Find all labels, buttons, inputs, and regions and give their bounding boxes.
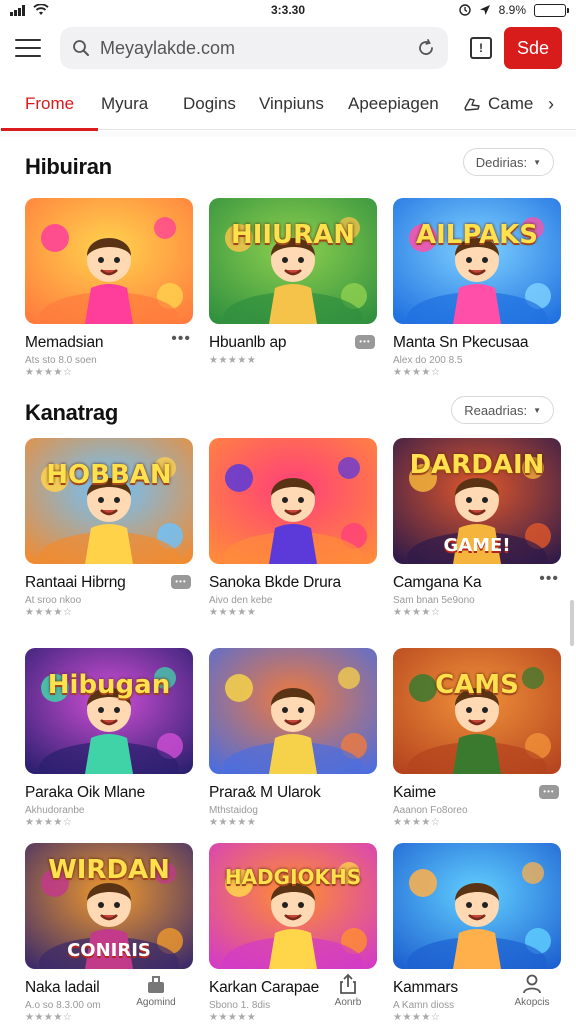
- chat-bubble-icon[interactable]: •••: [539, 785, 559, 799]
- rating-stars: ★★★★☆: [25, 817, 73, 828]
- tab-home[interactable]: Frome: [0, 78, 99, 131]
- nav-agomind[interactable]: Agomind: [121, 973, 191, 1008]
- app-name[interactable]: Paraka Oik Mlane: [25, 784, 193, 802]
- tray-icon: [148, 976, 164, 993]
- rating-stars: ★★★★☆: [25, 367, 73, 378]
- tab-came-label: Came: [488, 94, 534, 113]
- alarm-icon: [458, 4, 471, 16]
- rating-stars: ★★★★☆: [393, 817, 441, 828]
- app-card[interactable]: Hibugan Paraka Oik Mlane Akhudoranbe ★★★★☆: [25, 648, 193, 828]
- more-options-icon[interactable]: •••: [171, 330, 191, 348]
- app-card[interactable]: HIIURAN Hbuanlb ap ★★★★★ •••: [209, 198, 377, 366]
- search-icon: [73, 40, 89, 56]
- app-name[interactable]: Kaime: [393, 784, 561, 802]
- nav-akopcis[interactable]: Akopcis: [497, 973, 567, 1008]
- app-card[interactable]: AILPAKS Manta Sn Pkecusaa Alex do 200 8.5 ★…: [393, 198, 561, 378]
- menu-icon[interactable]: [14, 36, 42, 60]
- app-thumbnail[interactable]: [393, 843, 561, 969]
- app-subtitle: Mthstaidog: [209, 805, 258, 816]
- tab-came[interactable]: Came: [462, 78, 533, 130]
- app-thumbnail[interactable]: Hibugan: [25, 648, 193, 774]
- search-bar[interactable]: [60, 27, 448, 69]
- app-card[interactable]: Prara& M Ularok Mthstaidog ★★★★★: [209, 648, 377, 828]
- bottom-nav: Agomind Aonrb Akopcis: [0, 955, 576, 1024]
- action-button[interactable]: Sde: [504, 27, 562, 69]
- chevron-right-icon[interactable]: ›: [548, 94, 554, 115]
- section-filter-dropdown[interactable]: Dedirias: ▼: [462, 148, 554, 176]
- app-thumbnail[interactable]: AILPAKS: [393, 198, 561, 324]
- app-card[interactable]: CAMS Kaime Aaanon Fo8oreo ★★★★☆ •••: [393, 648, 561, 828]
- app-subtitle: Sam bnan 5e9ono: [393, 595, 475, 606]
- tab-apeepiagen[interactable]: Apeepiagen: [348, 78, 439, 130]
- app-thumbnail[interactable]: HOBBAN: [25, 438, 193, 564]
- rating-stars: ★★★★☆: [393, 607, 441, 618]
- app-thumbnail[interactable]: HADGIOKHS: [209, 843, 377, 969]
- app-subtitle: Aaanon Fo8oreo: [393, 805, 468, 816]
- section-title-hibuiran: Hibuiran: [25, 154, 112, 179]
- app-name[interactable]: Memadsian: [25, 334, 193, 352]
- nav-aonrb[interactable]: Aonrb: [313, 973, 383, 1008]
- app-subtitle: Aivo den kebe: [209, 595, 273, 606]
- app-subtitle: Alex do 200 8.5: [393, 355, 463, 366]
- filter-label: Dedirias:: [475, 154, 528, 170]
- app-name[interactable]: Hbuanlb ap: [209, 334, 377, 352]
- wifi-icon: [33, 4, 49, 15]
- battery-icon: [534, 3, 569, 17]
- app-thumbnail[interactable]: WIRDAN CONIRIS: [25, 843, 193, 969]
- app-name[interactable]: Manta Sn Pkecusaa: [393, 334, 561, 352]
- app-name[interactable]: Prara& M Ularok: [209, 784, 377, 802]
- app-card[interactable]: Sanoka Bkde Drura Aivo den kebe ★★★★★: [209, 438, 377, 618]
- filter-label: Reaadrias:: [464, 402, 528, 418]
- search-input[interactable]: [100, 37, 406, 59]
- rating-stars: ★★★★☆: [393, 367, 441, 378]
- rating-stars: ★★★★★: [209, 817, 257, 828]
- app-name[interactable]: Camgana Ka: [393, 574, 561, 592]
- caret-down-icon: ▼: [533, 405, 541, 415]
- app-thumbnail[interactable]: CAMS: [393, 648, 561, 774]
- app-subtitle: Ats sto 8.0 soen: [25, 355, 97, 366]
- chat-bubble-icon[interactable]: •••: [171, 575, 191, 589]
- caret-down-icon: ▼: [533, 157, 541, 167]
- rating-stars: ★★★★★: [209, 607, 257, 618]
- app-thumbnail[interactable]: [209, 438, 377, 564]
- app-subtitle: Akhudoranbe: [25, 805, 85, 816]
- rating-stars: ★★★★☆: [25, 607, 73, 618]
- app-card[interactable]: DARDAIN GAME! Camgana Ka Sam bnan 5e9ono ★★★…: [393, 438, 561, 618]
- signal-icon: [10, 4, 25, 16]
- app-thumbnail[interactable]: HIIURAN: [209, 198, 377, 324]
- person-icon: [523, 974, 541, 994]
- section-title-kanatrag: Kanatrag: [25, 400, 118, 425]
- battery-percent: 8.9%: [498, 3, 526, 17]
- app-name[interactable]: Sanoka Bkde Drura: [209, 574, 377, 592]
- tab-vinpiuns[interactable]: Vinpiuns: [259, 78, 324, 130]
- scrollbar[interactable]: [570, 600, 574, 646]
- info-icon[interactable]: !: [470, 37, 492, 59]
- tab-dogins[interactable]: Dogins: [183, 78, 236, 130]
- share-icon: [340, 973, 356, 994]
- top-toolbar: ! Sde: [0, 22, 576, 74]
- category-tabs: Frome Myura Dogins Vinpiuns Apeepiagen C…: [0, 78, 576, 131]
- app-thumbnail[interactable]: [209, 648, 377, 774]
- location-icon: [479, 5, 490, 15]
- nav-agomind-label: Agomind: [136, 997, 176, 1008]
- nav-aonrb-label: Aonrb: [334, 997, 362, 1008]
- tab-myura[interactable]: Myura: [101, 78, 148, 130]
- controller-icon: [464, 98, 480, 111]
- app-card[interactable]: HOBBAN Rantaai Hibrng At sroo nkoo ★★★★☆ •••: [25, 438, 193, 618]
- app-thumbnail[interactable]: [25, 198, 193, 324]
- app-subtitle: At sroo nkoo: [25, 595, 82, 606]
- refresh-icon[interactable]: [416, 38, 436, 58]
- nav-akopcis-label: Akopcis: [514, 997, 550, 1008]
- status-bar: 3:3.30 8.9%: [0, 0, 576, 20]
- app-name[interactable]: Rantaai Hibrng: [25, 574, 193, 592]
- section-filter-dropdown[interactable]: Reaadrias: ▼: [451, 396, 554, 424]
- rating-stars: ★★★★★: [209, 355, 257, 366]
- app-card[interactable]: Memadsian Ats sto 8.0 soen ★★★★☆ •••: [25, 198, 193, 378]
- more-options-icon[interactable]: •••: [539, 570, 559, 588]
- tabs-divider: [0, 131, 576, 137]
- chat-bubble-icon[interactable]: •••: [355, 335, 375, 349]
- app-thumbnail[interactable]: DARDAIN GAME!: [393, 438, 561, 564]
